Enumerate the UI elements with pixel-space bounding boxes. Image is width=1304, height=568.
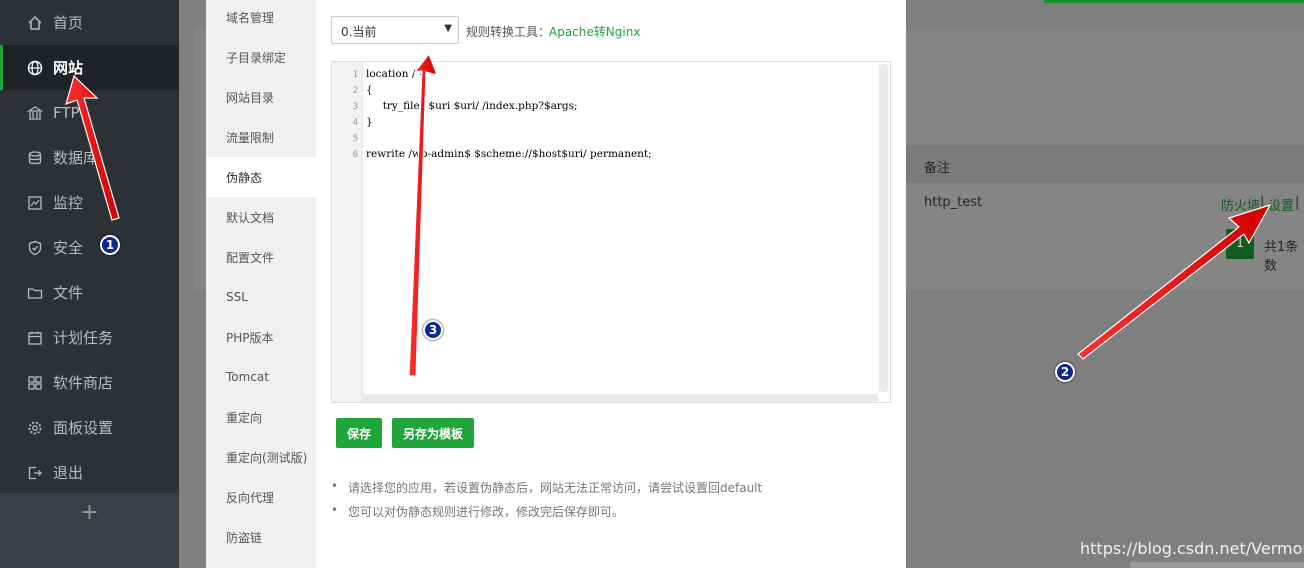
add-button[interactable]: +: [0, 493, 179, 568]
editor-vertical-scrollbar[interactable]: [879, 64, 888, 392]
tip-bullet: •: [331, 479, 339, 493]
select-value: 0.当前: [341, 25, 377, 39]
gear-icon: [26, 419, 44, 437]
subnav-hotlink-protect[interactable]: 防盗链: [206, 517, 316, 557]
code-line: location / {: [366, 68, 426, 80]
sidebar-item-label: 网站: [53, 59, 84, 77]
save-button[interactable]: 保存: [336, 418, 382, 448]
subnav-tomcat[interactable]: Tomcat: [206, 357, 316, 397]
caret-down-icon: ▼: [444, 23, 452, 34]
apps-icon: [26, 374, 44, 392]
subnav-domain[interactable]: 域名管理: [206, 0, 316, 37]
sidebar-item-security[interactable]: 安全: [0, 225, 179, 270]
table-header-remark: 备注: [924, 161, 951, 176]
table-cell-remark: http_test: [924, 195, 983, 210]
line-number: 1: [352, 70, 358, 80]
site-settings-modal: 域名管理 子目录绑定 网站目录 流量限制 伪静态 默认文档 配置文件 SSL P…: [206, 0, 906, 568]
link-separator: |: [1295, 195, 1300, 210]
annotation-badge-3: 3: [423, 320, 443, 340]
folder-icon: [26, 284, 44, 302]
calendar-icon: [26, 329, 44, 347]
annotation-badge-2: 2: [1055, 362, 1075, 382]
sidebar-item-ftp[interactable]: FTP: [0, 90, 179, 135]
sidebar-item-logout[interactable]: 退出: [0, 450, 179, 495]
subnav-redirect-beta[interactable]: 重定向(测试版): [206, 437, 316, 477]
logout-icon: [26, 464, 44, 482]
sidebar-item-label: 退出: [53, 464, 84, 482]
subnav-traffic-limit[interactable]: 流量限制: [206, 117, 316, 157]
background-footer: [1130, 562, 1304, 568]
subnav-default-doc[interactable]: 默认文档: [206, 197, 316, 237]
line-number: 3: [352, 102, 358, 112]
rewrite-rule-editor[interactable]: 1 2 3 4 5 6 location / { { try_files $ur…: [331, 61, 891, 403]
subnav-ssl[interactable]: SSL: [206, 277, 316, 317]
globe-icon: [26, 59, 44, 77]
sidebar-item-label: 首页: [53, 14, 84, 32]
settings-subnav: 域名管理 子目录绑定 网站目录 流量限制 伪静态 默认文档 配置文件 SSL P…: [206, 0, 316, 568]
sidebar-item-monitor[interactable]: 监控: [0, 180, 179, 225]
background-top-bar: [1044, 0, 1304, 3]
pagination-current[interactable]: 1: [1226, 229, 1254, 259]
code-line: rewrite /wp-admin$ $scheme://$host$uri/ …: [366, 148, 652, 160]
subnav-php-version[interactable]: PHP版本: [206, 317, 316, 357]
ftp-icon: [26, 104, 44, 122]
sidebar-item-label: 安全: [53, 239, 84, 257]
settings-link[interactable]: 设置: [1268, 195, 1294, 214]
converter-label: 规则转换工具：: [466, 25, 551, 39]
annotation-badge-1: 1: [100, 235, 120, 255]
sidebar-item-label: 数据库: [53, 149, 99, 167]
sidebar-item-cron[interactable]: 计划任务: [0, 315, 179, 360]
tip-text: 您可以对伪静态规则进行修改，修改完后保存即可。: [348, 505, 625, 519]
sidebar-item-database[interactable]: 数据库: [0, 135, 179, 180]
line-number: 2: [352, 86, 358, 96]
sidebar-item-website[interactable]: 网站: [0, 45, 179, 90]
subnav-redirect[interactable]: 重定向: [206, 397, 316, 437]
sidebar-item-label: 文件: [53, 284, 84, 302]
sidebar-item-label: 计划任务: [53, 329, 114, 347]
sidebar-item-home[interactable]: 首页: [0, 0, 179, 45]
subnav-subdir-bind[interactable]: 子目录绑定: [206, 37, 316, 77]
background-table-header: [906, 145, 1304, 183]
database-icon: [26, 149, 44, 167]
tip-text: 请选择您的应用，若设置伪静态后，网站无法正常访问，请尝试设置回default: [348, 481, 763, 495]
shield-icon: [26, 239, 44, 257]
sidebar-item-store[interactable]: 软件商店: [0, 360, 179, 405]
subnav-site-dir[interactable]: 网站目录: [206, 77, 316, 117]
code-line: }: [366, 116, 373, 128]
sidebar-item-label: 面板设置: [53, 419, 114, 437]
line-number: 4: [352, 118, 358, 128]
tip-bullet: •: [331, 503, 339, 517]
line-number: 5: [352, 134, 358, 144]
sidebar-item-panel-settings[interactable]: 面板设置: [0, 405, 179, 450]
save-as-template-button[interactable]: 另存为模板: [392, 418, 474, 448]
code-line: try_files $uri $uri/ /index.php?$args;: [366, 100, 578, 112]
rewrite-template-select[interactable]: 0.当前 ▼: [331, 16, 459, 44]
subnav-reverse-proxy[interactable]: 反向代理: [206, 477, 316, 517]
firewall-link[interactable]: 防火墙: [1221, 195, 1260, 214]
monitor-icon: [26, 194, 44, 212]
home-icon: [26, 14, 44, 32]
line-number-gutter: 1 2 3 4 5 6: [332, 62, 363, 402]
sidebar-item-files[interactable]: 文件: [0, 270, 179, 315]
pagination-total: 共1条数: [1264, 240, 1299, 274]
editor-horizontal-scrollbar[interactable]: [362, 394, 878, 402]
sidebar-item-label: FTP: [53, 103, 80, 122]
subnav-config-file[interactable]: 配置文件: [206, 237, 316, 277]
link-separator: |: [1260, 195, 1265, 210]
sidebar-item-label: 软件商店: [53, 374, 114, 392]
sidebar-item-label: 监控: [53, 194, 84, 212]
subnav-rewrite[interactable]: 伪静态: [206, 157, 316, 197]
main-sidebar: 首页 网站 FTP 数据库 监控 安全 文件 计划任务 软件商店 面板设置 退出…: [0, 0, 179, 568]
apache-to-nginx-link[interactable]: Apache转Nginx: [549, 23, 640, 40]
code-line: {: [366, 84, 373, 96]
line-number: 6: [352, 150, 358, 160]
watermark: https://blog.csdn.net/Vermont_: [1080, 539, 1304, 558]
